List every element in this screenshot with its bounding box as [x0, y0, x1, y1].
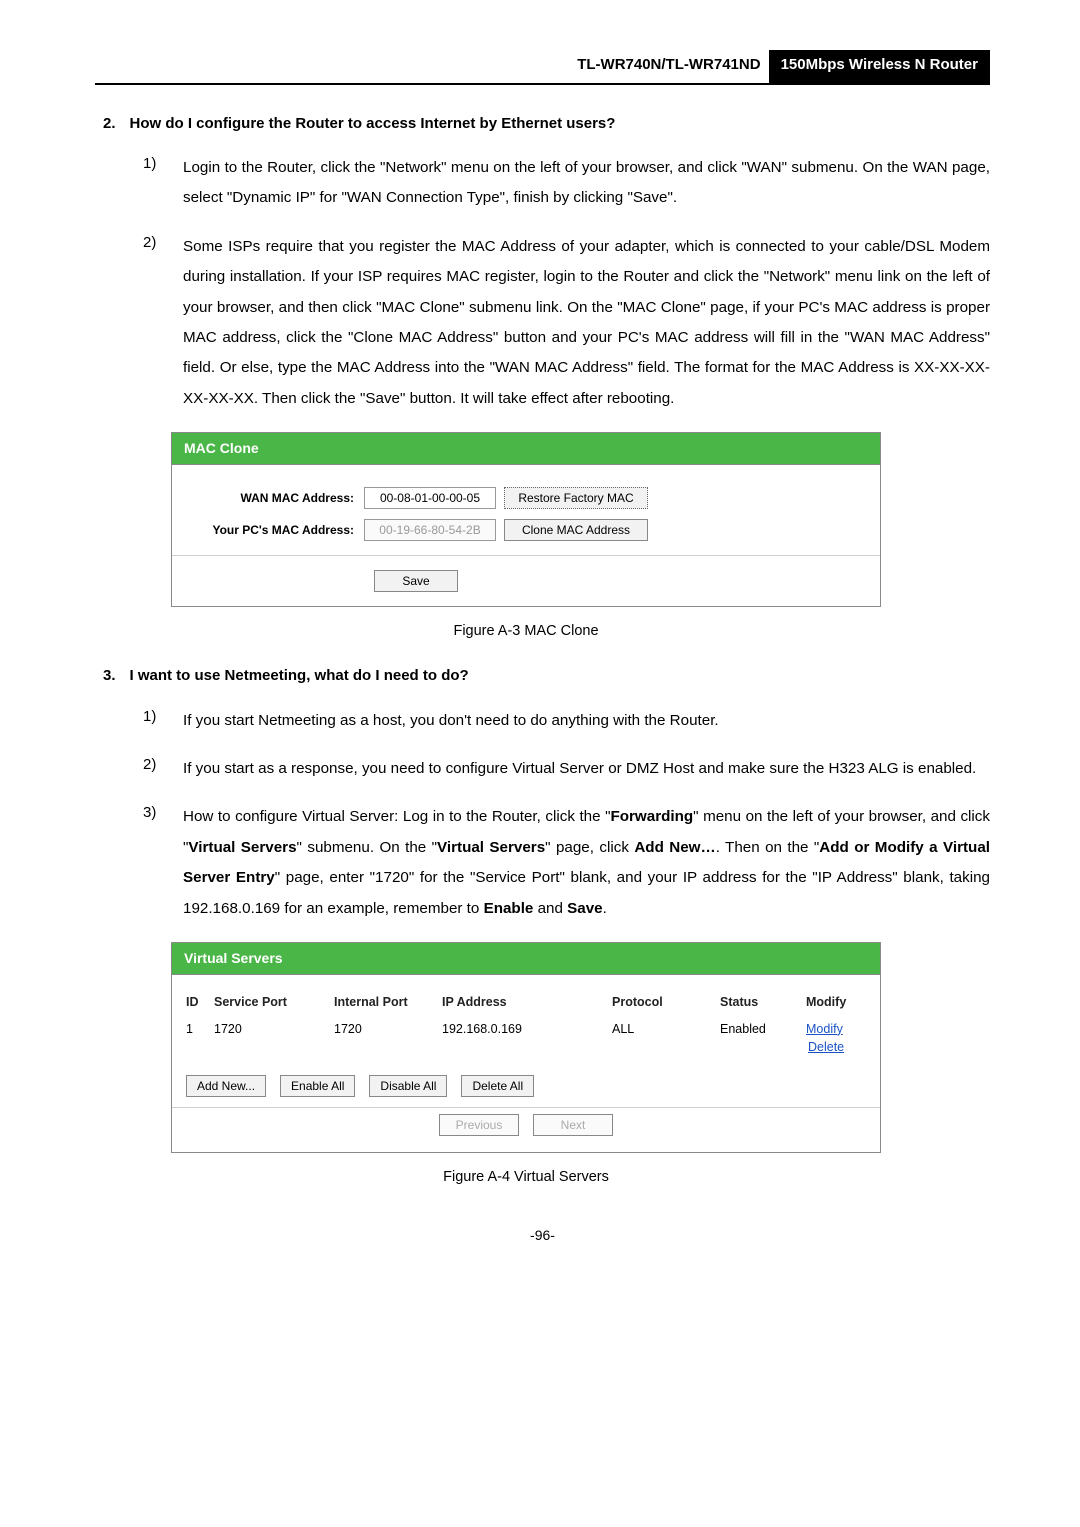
virtual-servers-panel: Virtual Servers ID Service Port Internal… — [171, 942, 881, 1153]
t: Add New… — [634, 839, 715, 856]
cell-ip-address: 192.168.0.169 — [442, 1020, 612, 1058]
q2-step-1: 1) Login to the Router, click the "Netwo… — [143, 153, 990, 214]
page-number: -96- — [95, 1225, 990, 1246]
step-text: How to configure Virtual Server: Log in … — [183, 802, 990, 924]
t: How to configure Virtual Server: Log in … — [183, 808, 610, 825]
t: Forwarding — [610, 808, 693, 825]
t: Save — [567, 900, 602, 917]
question-3: 3. I want to use Netmeeting, what do I n… — [103, 665, 990, 688]
pc-mac-input: 00-19-66-80-54-2B — [364, 519, 496, 541]
step-num: 3) — [143, 802, 167, 924]
add-new-button[interactable]: Add New... — [186, 1075, 266, 1097]
modify-link[interactable]: Modify — [806, 1022, 843, 1036]
question-title: I want to use Netmeeting, what do I need… — [130, 665, 469, 688]
disable-all-button[interactable]: Disable All — [369, 1075, 447, 1097]
q3-step-2: 2) If you start as a response, you need … — [143, 754, 990, 784]
t: . Then on the " — [716, 839, 820, 856]
step-num: 2) — [143, 754, 167, 784]
col-id: ID — [186, 993, 214, 1012]
question-num: 3. — [103, 665, 116, 688]
step-num: 1) — [143, 706, 167, 736]
panel-title: Virtual Servers — [172, 943, 880, 975]
t: . — [603, 900, 607, 917]
question-title: How do I configure the Router to access … — [130, 113, 616, 136]
restore-factory-mac-button[interactable]: Restore Factory MAC — [504, 487, 648, 509]
step-text: If you start as a response, you need to … — [183, 754, 990, 784]
t: Virtual Servers — [188, 839, 296, 856]
t: and — [533, 900, 567, 917]
t: " page, click — [545, 839, 634, 856]
cell-id: 1 — [186, 1020, 214, 1058]
step-text: If you start Netmeeting as a host, you d… — [183, 706, 990, 736]
col-status: Status — [720, 993, 806, 1012]
t: Virtual Servers — [437, 839, 545, 856]
question-2: 2. How do I configure the Router to acce… — [103, 113, 990, 136]
question-num: 2. — [103, 113, 116, 136]
q3-step-1: 1) If you start Netmeeting as a host, yo… — [143, 706, 990, 736]
enable-all-button[interactable]: Enable All — [280, 1075, 355, 1097]
next-button[interactable]: Next — [533, 1114, 613, 1136]
step-num: 1) — [143, 153, 167, 214]
header-desc: 150Mbps Wireless N Router — [769, 50, 990, 83]
t: Enable — [484, 900, 534, 917]
step-text: Some ISPs require that you register the … — [183, 232, 990, 414]
figure-caption: Figure A-4 Virtual Servers — [171, 1167, 881, 1189]
delete-link[interactable]: Delete — [808, 1040, 844, 1054]
table-header: ID Service Port Internal Port IP Address… — [186, 993, 866, 1012]
col-service-port: Service Port — [214, 993, 334, 1012]
step-text: Login to the Router, click the "Network"… — [183, 153, 990, 214]
previous-button[interactable]: Previous — [439, 1114, 519, 1136]
header-model: TL-WR740N/TL-WR741ND — [95, 50, 769, 83]
clone-mac-address-button[interactable]: Clone MAC Address — [504, 519, 648, 541]
wan-mac-input[interactable]: 00-08-01-00-00-05 — [364, 487, 496, 509]
col-internal-port: Internal Port — [334, 993, 442, 1012]
mac-clone-panel: MAC Clone WAN MAC Address: 00-08-01-00-0… — [171, 432, 881, 607]
figure-virtual-servers: Virtual Servers ID Service Port Internal… — [171, 942, 990, 1189]
q2-step-2: 2) Some ISPs require that you register t… — [143, 232, 990, 414]
col-protocol: Protocol — [612, 993, 720, 1012]
figure-caption: Figure A-3 MAC Clone — [171, 621, 881, 643]
cell-protocol: ALL — [612, 1020, 720, 1058]
col-ip-address: IP Address — [442, 993, 612, 1012]
t: " submenu. On the " — [297, 839, 437, 856]
step-num: 2) — [143, 232, 167, 414]
q3-step-3: 3) How to configure Virtual Server: Log … — [143, 802, 990, 924]
cell-service-port: 1720 — [214, 1020, 334, 1058]
save-button[interactable]: Save — [374, 570, 458, 592]
page-header: TL-WR740N/TL-WR741ND 150Mbps Wireless N … — [95, 50, 990, 85]
col-modify: Modify — [806, 993, 866, 1012]
cell-status: Enabled — [720, 1020, 806, 1058]
delete-all-button[interactable]: Delete All — [461, 1075, 534, 1097]
cell-internal-port: 1720 — [334, 1020, 442, 1058]
pc-mac-label: Your PC's MAC Address: — [192, 521, 364, 539]
table-row: 1 1720 1720 192.168.0.169 ALL Enabled Mo… — [186, 1020, 866, 1058]
wan-mac-label: WAN MAC Address: — [192, 489, 364, 507]
panel-title: MAC Clone — [172, 433, 880, 465]
figure-mac-clone: MAC Clone WAN MAC Address: 00-08-01-00-0… — [171, 432, 990, 643]
